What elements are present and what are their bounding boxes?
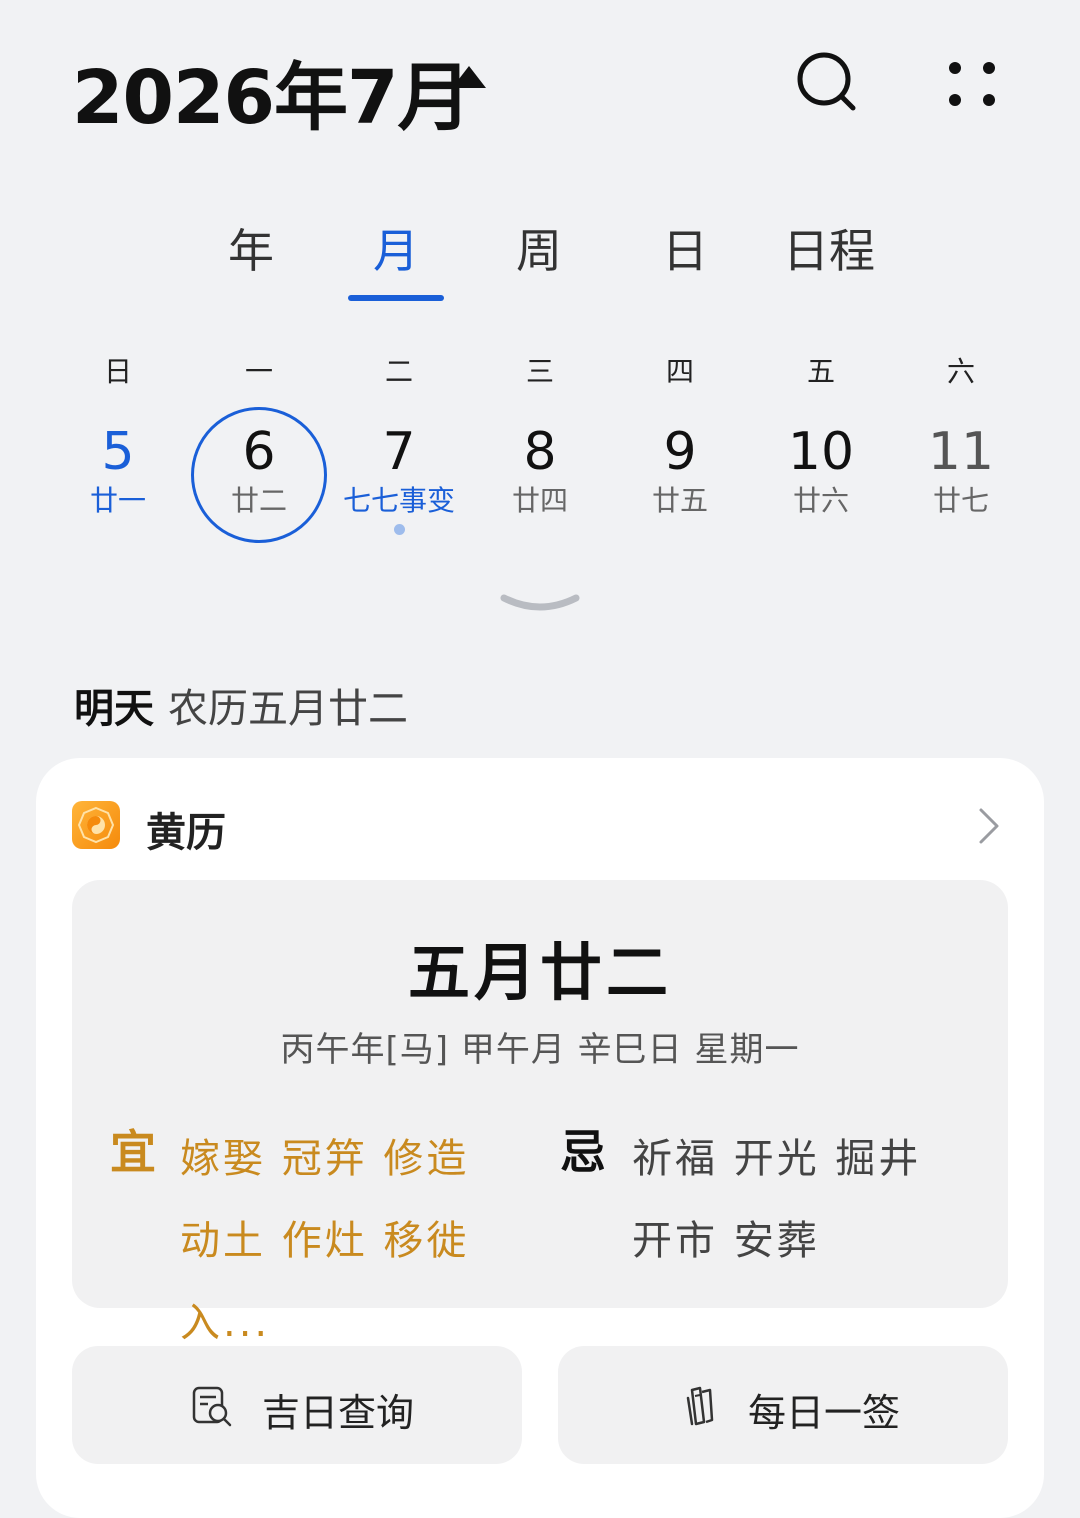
day-number: 9 bbox=[663, 422, 697, 482]
relative-day-label: 明天 bbox=[74, 686, 154, 732]
card-title[interactable]: 黄历 bbox=[146, 800, 226, 858]
caret-up-icon[interactable] bbox=[452, 66, 486, 88]
more-dots-icon bbox=[949, 62, 995, 106]
month-title[interactable]: 2026年7月 bbox=[72, 38, 471, 145]
view-tabs: 年 月 周 日 日程 bbox=[0, 215, 1080, 305]
event-dot bbox=[394, 524, 405, 535]
day-cell-selected[interactable]: 6 廿二 bbox=[189, 420, 329, 518]
lunar-date: 廿一 bbox=[89, 484, 146, 517]
almanac-card: 黄历 五月廿二 丙午年[马] 甲午月 辛巳日 星期一 宜 嫁娶 冠笄 修造 动土… bbox=[36, 758, 1044, 1518]
day-number: 8 bbox=[523, 422, 557, 482]
active-tab-indicator bbox=[348, 295, 444, 301]
day-number: 5 bbox=[101, 422, 135, 482]
daily-lot-button[interactable]: 每日一签 bbox=[558, 1346, 1008, 1464]
holiday-label: 七七事变 bbox=[342, 484, 455, 517]
weekday-label: 日 bbox=[103, 355, 132, 388]
header: 2026年7月 bbox=[0, 0, 1080, 170]
fortune-stick-icon bbox=[686, 1386, 714, 1426]
weekday-label: 一 bbox=[244, 355, 273, 388]
day-cell[interactable]: 7 七七事变 bbox=[329, 420, 469, 518]
lucky-day-query-button[interactable]: 吉日查询 bbox=[72, 1346, 522, 1464]
week-row: 5 廿一 6 廿二 7 七七事变 8 廿四 9 廿五 10 廿六 11 廿七 bbox=[0, 420, 1080, 550]
weekday-label: 四 bbox=[665, 355, 694, 388]
lunar-date: 廿六 bbox=[792, 484, 849, 517]
lunar-date: 廿七 bbox=[932, 484, 989, 517]
ji-activities: 祈福 开光 掘井 开市 安葬 bbox=[632, 1136, 922, 1264]
tab-week[interactable]: 周 bbox=[516, 215, 562, 281]
day-cell[interactable]: 10 廿六 bbox=[751, 420, 891, 518]
day-cell[interactable]: 11 廿七 bbox=[891, 420, 1031, 518]
search-button[interactable] bbox=[788, 44, 868, 124]
chevron-right-icon[interactable] bbox=[976, 806, 1002, 846]
lucky-day-query-label: 吉日查询 bbox=[262, 1391, 415, 1435]
daily-lot-label: 每日一签 bbox=[748, 1391, 901, 1435]
more-button[interactable] bbox=[932, 44, 1012, 124]
day-number: 11 bbox=[927, 422, 995, 482]
weekday-header: 日 一 二 三 四 五 六 bbox=[0, 350, 1080, 390]
lunar-date: 廿二 bbox=[230, 484, 287, 517]
tab-month[interactable]: 月 bbox=[373, 215, 419, 281]
day-cell[interactable]: 8 廿四 bbox=[470, 420, 610, 518]
ganzhi-line: 丙午年[马] 甲午月 辛巳日 星期一 bbox=[280, 1030, 800, 1070]
yi-label: 宜 bbox=[110, 1125, 156, 1179]
expand-calendar-button[interactable] bbox=[500, 590, 580, 620]
ji-label: 忌 bbox=[560, 1125, 606, 1179]
lunar-full-date: 农历五月廿二 bbox=[168, 686, 408, 732]
almanac-panel[interactable]: 五月廿二 丙午年[马] 甲午月 辛巳日 星期一 宜 嫁娶 冠笄 修造 动土 作灶… bbox=[72, 880, 1008, 1346]
weekday-label: 六 bbox=[946, 355, 975, 388]
search-icon bbox=[797, 52, 856, 111]
tab-year[interactable]: 年 bbox=[228, 215, 274, 281]
day-number: 10 bbox=[787, 422, 855, 482]
lucky-day-search-icon bbox=[192, 1386, 232, 1427]
chevron-down-icon bbox=[500, 594, 580, 611]
lunar-date: 廿五 bbox=[651, 484, 708, 517]
tab-schedule[interactable]: 日程 bbox=[783, 215, 875, 281]
almanac-app-icon bbox=[72, 801, 120, 849]
day-cell[interactable]: 5 廿一 bbox=[48, 420, 188, 518]
selected-date-info: 明天 农历五月廿二 bbox=[74, 676, 408, 734]
day-number: 6 bbox=[242, 422, 276, 482]
lunar-date-large: 五月廿二 bbox=[407, 936, 672, 1009]
day-cell[interactable]: 9 廿五 bbox=[610, 420, 750, 518]
day-number: 7 bbox=[382, 422, 416, 482]
yi-activities: 嫁娶 冠笄 修造 动土 作灶 移徙 入... bbox=[180, 1136, 470, 1346]
weekday-label: 三 bbox=[525, 355, 554, 388]
weekday-label: 二 bbox=[384, 355, 413, 388]
weekday-label: 五 bbox=[806, 355, 835, 388]
lunar-date: 廿四 bbox=[511, 484, 568, 517]
tab-day[interactable]: 日 bbox=[662, 215, 708, 281]
